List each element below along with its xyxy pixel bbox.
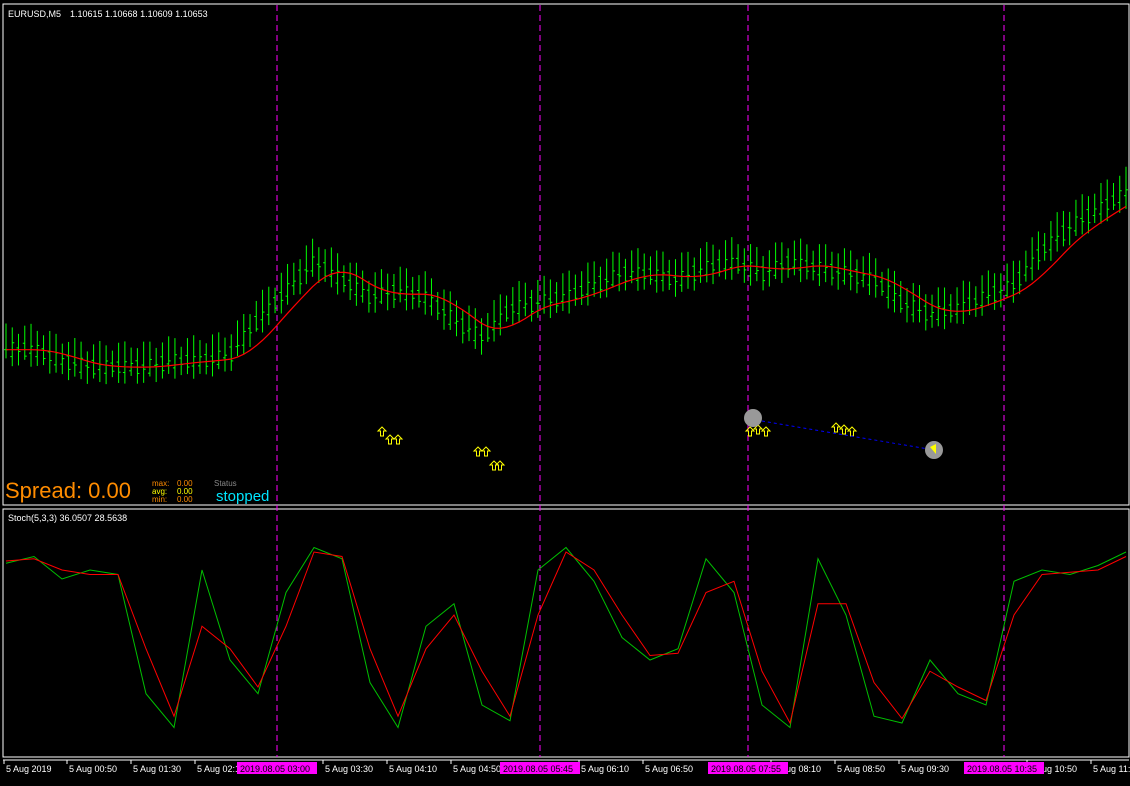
time-marker-badge[interactable]: 2019.08.05 05:45	[500, 762, 580, 774]
time-marker-badge[interactable]: 2019.08.05 10:35	[964, 762, 1044, 774]
time-axis-label: 5 Aug 09:30	[901, 764, 949, 774]
trade-open-marker-icon[interactable]	[744, 409, 762, 427]
time-marker-label: 2019.08.05 05:45	[503, 764, 573, 774]
time-axis-tick: 5 Aug 2019	[3, 760, 52, 774]
time-axis-label: 5 Aug 11:30	[1093, 764, 1130, 774]
trading-chart[interactable]: EURUSD,M5 1.10615 1.10668 1.10609 1.1065…	[0, 0, 1130, 786]
symbol-label: EURUSD,M5	[8, 9, 61, 19]
time-axis-tick: 5 Aug 09:30	[898, 760, 949, 774]
time-axis-tick: 5 Aug 11:30	[1090, 760, 1130, 774]
sub-panel-frame	[2, 508, 1130, 758]
time-axis-label: 5 Aug 06:50	[645, 764, 693, 774]
time-axis-tick: 5 Aug 04:10	[386, 760, 437, 774]
time-axis-label: 5 Aug 08:50	[837, 764, 885, 774]
time-axis-tick: 5 Aug 03:30	[322, 760, 373, 774]
time-axis-tick: 5 Aug 08:50	[834, 760, 885, 774]
time-marker-badge[interactable]: 2019.08.05 07:55	[708, 762, 788, 774]
time-marker-label: 2019.08.05 10:35	[967, 764, 1037, 774]
time-axis-label: 5 Aug 04:10	[389, 764, 437, 774]
time-axis-label: 5 Aug 06:10	[581, 764, 629, 774]
time-axis-label: 5 Aug 00:50	[69, 764, 117, 774]
time-marker-label: 2019.08.05 03:00	[240, 764, 310, 774]
stochastic-label: Stoch(5,3,3) 36.0507 28.5638	[8, 513, 127, 523]
spread-label: Spread: 0.00	[5, 478, 131, 503]
time-axis-tick: 5 Aug 06:10	[578, 760, 629, 774]
time-marker-label: 2019.08.05 07:55	[711, 764, 781, 774]
status-value: stopped	[216, 488, 269, 505]
time-axis-label: 5 Aug 03:30	[325, 764, 373, 774]
time-axis-tick: 5 Aug 06:50	[642, 760, 693, 774]
time-axis-tick: 5 Aug 00:50	[66, 760, 117, 774]
main-panel-frame	[2, 3, 1130, 506]
time-marker-badge[interactable]: 2019.08.05 03:00	[237, 762, 317, 774]
time-axis-label: 5 Aug 01:30	[133, 764, 181, 774]
time-axis-tick: 5 Aug 04:50	[450, 760, 501, 774]
ohlc-label: 1.10615 1.10668 1.10609 1.10653	[70, 9, 208, 19]
time-axis-tick: 5 Aug 01:30	[130, 760, 181, 774]
time-axis-label: 5 Aug 04:50	[453, 764, 501, 774]
status-caption: Status	[214, 479, 237, 488]
spread-min-label: min:	[152, 495, 167, 504]
spread-min-value: 0.00	[177, 495, 193, 504]
time-axis-label: 5 Aug 2019	[6, 764, 52, 774]
